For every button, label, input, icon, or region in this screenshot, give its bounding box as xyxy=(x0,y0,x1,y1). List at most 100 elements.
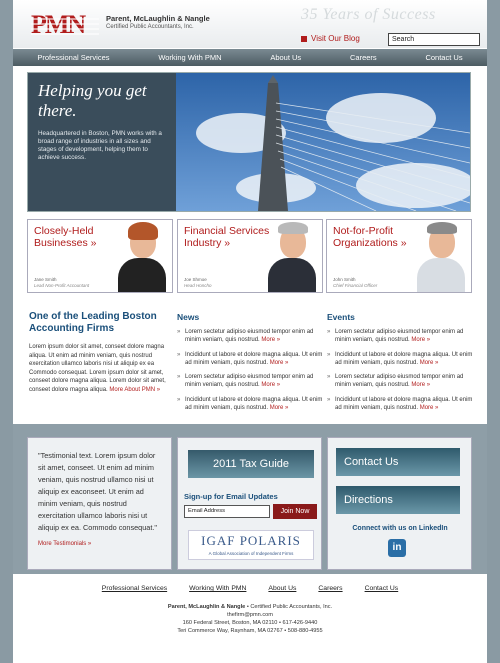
hair xyxy=(128,222,158,240)
card-title-line1: Not-for-Profit xyxy=(333,225,394,237)
person-name: Jane Smith xyxy=(34,277,57,282)
event-item-text: Lorem sectetur adipiso eiusmod tempor en… xyxy=(335,374,464,389)
logo-stripes xyxy=(31,18,99,38)
join-now-button[interactable]: Join Now xyxy=(273,504,317,519)
intro-text: Lorem ipsum dolor sit amet, conseet dolo… xyxy=(29,344,166,393)
torso xyxy=(417,258,465,292)
footer-link-professional-services[interactable]: Professional Services xyxy=(102,585,167,592)
intro-heading-line2: Accounting Firms xyxy=(29,323,115,334)
nav-item-working-with-pmn[interactable]: Working With PMN xyxy=(158,53,221,62)
card-title: Financial Services Industry » xyxy=(184,225,269,249)
not-for-profit-card[interactable]: Not-for-Profit Organizations » John Smit… xyxy=(326,219,472,293)
footer-address-boston: 160 Federal Street, Boston, MA 02110 • 6… xyxy=(182,620,318,626)
news-list: Lorem sectetur adipiso eiusmod tempor en… xyxy=(177,328,323,418)
event-item: Lorem sectetur adipiso eiusmod tempor en… xyxy=(327,328,473,345)
person-photo xyxy=(116,222,168,292)
directions-button[interactable]: Directions xyxy=(336,486,460,514)
event-more-link[interactable]: More » xyxy=(411,382,430,388)
firm-name: Parent, McLaughlin & Nangle xyxy=(106,14,210,23)
financial-services-card[interactable]: Financial Services Industry » Joe Shmoe … xyxy=(177,219,323,293)
card-title: Not-for-Profit Organizations » xyxy=(333,225,407,249)
card-title-line2: Organizations » xyxy=(333,237,407,249)
event-more-link[interactable]: More » xyxy=(411,337,430,343)
nav-item-contact-us[interactable]: Contact Us xyxy=(425,53,462,62)
nav-item-professional-services[interactable]: Professional Services xyxy=(37,53,109,62)
news-more-link[interactable]: More » xyxy=(270,405,289,411)
hair xyxy=(427,222,457,234)
news-item-text: Incididunt ut labore et dolore magna ali… xyxy=(185,351,323,366)
footer-link-contact-us[interactable]: Contact Us xyxy=(365,585,399,592)
hair xyxy=(278,222,308,234)
blog-icon xyxy=(301,35,307,42)
card-title-line2: Industry » xyxy=(184,237,231,249)
event-item: Incididunt ut labore et dolore magna ali… xyxy=(327,351,473,368)
pmn-logo[interactable]: PMN xyxy=(31,12,99,38)
footer-email[interactable]: thefirm@pmn.com xyxy=(13,612,487,618)
firm-subtitle: Certified Public Accountants, Inc. xyxy=(106,24,194,30)
intro-heading: One of the Leading Boston Accounting Fir… xyxy=(29,311,157,335)
card-title-line1: Financial Services xyxy=(184,225,270,237)
testimonial-text: "Testimonial text. Lorem ipsum dolor sit… xyxy=(38,451,158,532)
person-role: Head Honcho xyxy=(184,283,212,288)
footer-address-raynham: Teri Commerce Way, Raynham, MA 02767 • 5… xyxy=(177,628,323,634)
hero-description: Headquartered in Boston, PMN works with … xyxy=(38,130,162,161)
igaf-polaris-logo[interactable]: IGAF POLARIS A Global Association of Ind… xyxy=(188,530,314,560)
event-item: Incididunt ut labore et dolore magna ali… xyxy=(327,396,473,413)
contact-us-button[interactable]: Contact Us xyxy=(336,448,460,476)
news-item-text: Incididunt ut labore et dolore magna ali… xyxy=(185,396,323,412)
card-title-line2: Businesses » xyxy=(34,237,97,249)
footer-link-careers[interactable]: Careers xyxy=(318,585,342,592)
nav-item-about-us[interactable]: About Us xyxy=(270,53,301,62)
person-photo xyxy=(266,222,318,292)
closely-held-businesses-card[interactable]: Closely-Held Businesses » Jane Smith Lea… xyxy=(27,219,173,293)
testimonial: "Testimonial text. Lorem ipsum dolor sit… xyxy=(38,450,164,550)
search-input[interactable]: Search xyxy=(388,33,480,46)
hero-title-line2: there. xyxy=(38,101,77,120)
event-item-text: Incididunt ut labore et dolore magna ali… xyxy=(335,396,473,412)
news-more-link[interactable]: More » xyxy=(261,382,280,388)
tagline: 35 Years of Success xyxy=(301,6,436,23)
news-item: Incididunt ut labore et dolore magna ali… xyxy=(177,396,323,413)
event-item-text: Incididunt ut labore et dolore magna ali… xyxy=(335,351,473,366)
linkedin-icon[interactable]: in xyxy=(388,539,406,557)
person-name: John Smith xyxy=(333,277,356,282)
event-item-text: Lorem sectetur adipiso eiusmod tempor en… xyxy=(335,329,464,344)
torso xyxy=(118,258,166,292)
news-item: Lorem sectetur adipiso eiusmod tempor en… xyxy=(177,373,323,390)
intro-paragraph: Lorem ipsum dolor sit amet, conseet dolo… xyxy=(29,343,177,395)
news-more-link[interactable]: More » xyxy=(261,337,280,343)
events-list: Lorem sectetur adipiso eiusmod tempor en… xyxy=(327,328,473,418)
event-more-link[interactable]: More » xyxy=(420,405,439,411)
hero-title: Helping you get there. xyxy=(38,81,147,121)
igaf-title: IGAF POLARIS xyxy=(201,533,301,548)
event-more-link[interactable]: More » xyxy=(420,360,439,366)
right-panel: Contact Us Directions Connect with us on… xyxy=(327,437,472,570)
more-testimonials-link[interactable]: More Testimonials » xyxy=(38,538,164,550)
nav-item-careers[interactable]: Careers xyxy=(350,53,377,62)
more-about-pmn-link[interactable]: More About PMN » xyxy=(109,387,160,393)
person-role: Lead Non-Profit Accountant xyxy=(34,283,90,288)
page: PMN Parent, McLaughlin & Nangle Certifie… xyxy=(13,0,487,663)
tax-guide-button[interactable]: 2011 Tax Guide xyxy=(188,450,314,478)
footer-firm-sub: • Certified Public Accountants, Inc. xyxy=(245,604,333,610)
header: PMN Parent, McLaughlin & Nangle Certifie… xyxy=(13,0,487,48)
news-item: Lorem sectetur adipiso eiusmod tempor en… xyxy=(177,328,323,345)
footer-link-working-with-pmn[interactable]: Working With PMN xyxy=(189,585,246,592)
news-heading: News xyxy=(177,312,200,322)
footer-nav: Professional Services Working With PMN A… xyxy=(13,585,487,592)
hero-text-panel: Helping you get there. Headquartered in … xyxy=(28,73,176,211)
testimonial-panel: "Testimonial text. Lorem ipsum dolor sit… xyxy=(27,437,172,570)
igaf-subtitle: A Global Association of Independent Firm… xyxy=(208,551,294,556)
bridge-photo xyxy=(176,73,470,211)
linkedin-heading: Connect with us on LinkedIn xyxy=(352,525,448,532)
news-item: Incididunt ut labore et dolore magna ali… xyxy=(177,351,323,368)
news-item-text: Lorem sectetur adipiso eiusmod tempor en… xyxy=(185,374,314,389)
news-more-link[interactable]: More » xyxy=(270,360,289,366)
blog-link[interactable]: Visit Our Blog xyxy=(301,34,360,43)
email-field[interactable]: Email Address xyxy=(184,505,270,518)
middle-panel: 2011 Tax Guide Sign-up for Email Updates… xyxy=(177,437,322,570)
torso xyxy=(268,258,316,292)
blog-link-label: Visit Our Blog xyxy=(311,34,360,43)
footer-link-about-us[interactable]: About Us xyxy=(268,585,296,592)
person-role: Chief Financial Officer xyxy=(333,283,378,288)
